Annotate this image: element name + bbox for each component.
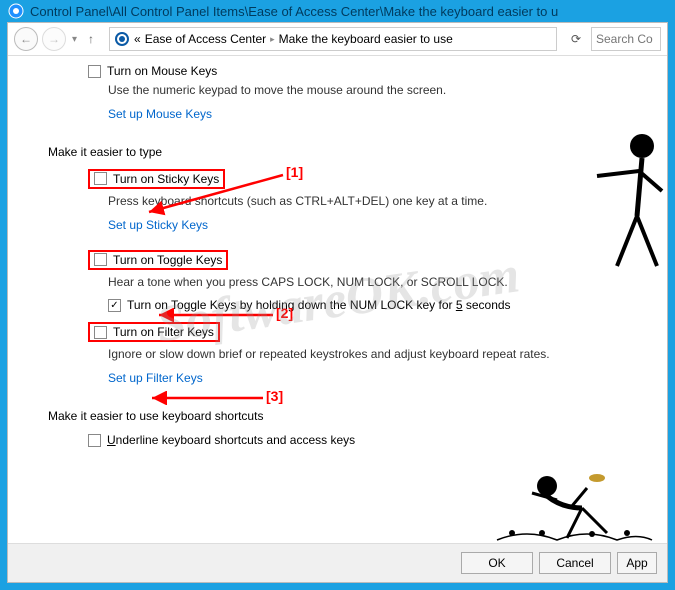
arrow-2-icon [153, 308, 278, 322]
underline-shortcuts-checkbox[interactable] [88, 434, 101, 447]
button-bar: OK Cancel App [8, 543, 667, 582]
breadcrumb-item-1[interactable]: Ease of Access Center [145, 32, 266, 46]
toggle-keys-checkbox[interactable] [94, 253, 107, 266]
window-title-bar: Control Panel\All Control Panel Items\Ea… [0, 0, 675, 22]
underline-shortcuts-label: Underline keyboard shortcuts and access … [107, 433, 355, 447]
content-pane: Turn on Mouse Keys Use the numeric keypa… [8, 56, 667, 543]
up-button[interactable]: ↑ [81, 29, 101, 49]
nav-bar: ← → ▾ ↑ « Ease of Access Center ▸ Make t… [8, 23, 667, 56]
stick-figure-bottom [487, 458, 657, 543]
filter-keys-link[interactable]: Set up Filter Keys [108, 371, 203, 385]
toggle-keys-desc: Hear a tone when you press CAPS LOCK, NU… [108, 274, 651, 291]
ok-button[interactable]: OK [461, 552, 533, 574]
back-button[interactable]: ← [14, 27, 38, 51]
filter-keys-checkbox[interactable] [94, 326, 107, 339]
mouse-keys-label: Turn on Mouse Keys [107, 64, 217, 78]
filter-keys-desc: Ignore or slow down brief or repeated ke… [108, 346, 651, 363]
window-title-text: Control Panel\All Control Panel Items\Ea… [30, 4, 558, 19]
filter-keys-highlight: Turn on Filter Keys [88, 322, 220, 342]
toggle-keys-label: Turn on Toggle Keys [113, 253, 222, 267]
breadcrumb-chevron[interactable]: « [134, 32, 141, 46]
refresh-dropdown-icon[interactable]: ⟳ [565, 28, 587, 50]
mouse-keys-desc: Use the numeric keypad to move the mouse… [108, 82, 651, 99]
mouse-keys-checkbox[interactable] [88, 65, 101, 78]
toggle-keys-highlight: Turn on Toggle Keys [88, 250, 228, 270]
annotation-3: [3] [266, 388, 283, 404]
breadcrumb-item-2[interactable]: Make the keyboard easier to use [279, 32, 453, 46]
arrow-1-icon [143, 172, 288, 222]
mouse-keys-link[interactable]: Set up Mouse Keys [108, 107, 212, 121]
window-body: ← → ▾ ↑ « Ease of Access Center ▸ Make t… [7, 22, 668, 583]
sticky-keys-checkbox[interactable] [94, 172, 107, 185]
cancel-button[interactable]: Cancel [539, 552, 611, 574]
history-dropdown-icon[interactable]: ▾ [72, 34, 77, 45]
arrow-3-icon [146, 391, 268, 405]
forward-button[interactable]: → [42, 27, 66, 51]
ease-of-access-icon [114, 31, 130, 47]
control-panel-icon [8, 3, 24, 19]
search-input[interactable] [591, 27, 661, 51]
annotation-1: [1] [286, 164, 303, 180]
breadcrumb[interactable]: « Ease of Access Center ▸ Make the keybo… [109, 27, 557, 51]
annotation-2: [2] [276, 305, 293, 321]
apply-button[interactable]: App [617, 552, 657, 574]
shortcuts-section-header: Make it easier to use keyboard shortcuts [48, 409, 651, 423]
breadcrumb-sep-icon: ▸ [270, 34, 275, 45]
toggle-keys-hold-checkbox[interactable] [108, 299, 121, 312]
type-section-header: Make it easier to type [48, 145, 651, 159]
filter-keys-label: Turn on Filter Keys [113, 325, 214, 339]
